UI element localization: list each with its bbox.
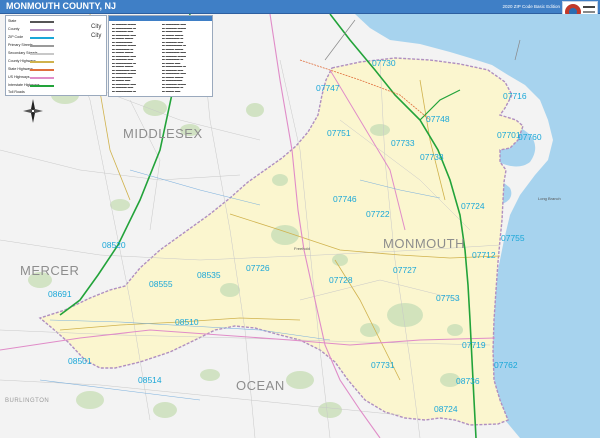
place-label-freehold: Freehold [294, 246, 310, 251]
legend-symbol [30, 29, 54, 31]
zip-index-header [109, 16, 212, 21]
legend-symbol [30, 45, 54, 47]
legend-row-toll-roads: Toll Roads [8, 90, 25, 94]
county-label-mercer: MERCER [20, 263, 80, 278]
zip-label[interactable]: 07746 [333, 194, 357, 204]
zip-label[interactable]: 07760 [518, 132, 542, 142]
zip-index-table: ▬ ▬▬▬▬ ▬▬▬ ▬ ▬▬▬▬▬▬ ▬ ▬ ▬▬▬▬ ▬▬ ▬ ▬▬▬▬▬ ▬▬… [108, 15, 213, 97]
zip-index-column: ▬ ▬▬▬▬▬ ▬▬ ▬ ▬▬▬▬ ▬▬▬ ▬ ▬▬▬▬▬▬ ▬ ▬▬▬ ▬▬▬ ▬ … [162, 23, 186, 93]
legend-symbol [30, 21, 54, 23]
legend-symbol [30, 37, 54, 39]
zip-label[interactable]: 08520 [102, 240, 126, 250]
title-bar: MONMOUTH COUNTY, NJ 2020 ZIP Code Basic … [0, 0, 600, 23]
zip-label[interactable]: 07727 [393, 265, 417, 275]
county-label-burlington: BURLINGTON [5, 398, 50, 404]
zip-label[interactable]: 07738 [420, 152, 444, 162]
zip-label[interactable]: 07751 [327, 128, 351, 138]
zip-label[interactable]: 08514 [138, 375, 162, 385]
map-title: MONMOUTH COUNTY, NJ [6, 1, 116, 11]
zip-label[interactable]: 07730 [372, 58, 396, 68]
zip-label[interactable]: 08555 [149, 279, 173, 289]
zip-label[interactable]: 07731 [371, 360, 395, 370]
zip-label[interactable]: 07716 [503, 91, 527, 101]
zip-label[interactable]: 07726 [246, 263, 270, 273]
zip-label[interactable]: 07724 [461, 201, 485, 211]
county-label-middlesex: MIDDLESEX [123, 126, 203, 141]
map-page: MONMOUTH COUNTY, NJ 2020 ZIP Code Basic … [0, 0, 600, 438]
zip-label[interactable]: 08691 [48, 289, 72, 299]
county-label-monmouth: MONMOUTH [383, 236, 465, 251]
legend-row-state: State [8, 19, 17, 23]
legend-symbol [30, 61, 54, 63]
legend-symbol [30, 53, 54, 55]
zip-index-column: ▬ ▬▬▬▬ ▬▬▬ ▬ ▬▬▬▬▬▬ ▬ ▬ ▬▬▬▬ ▬▬ ▬ ▬▬▬▬▬ ▬▬… [112, 23, 136, 93]
compass-rose-icon [23, 99, 43, 123]
zip-label[interactable]: 07728 [329, 275, 353, 285]
zip-label[interactable]: 07753 [436, 293, 460, 303]
zip-label[interactable]: 07712 [472, 250, 496, 260]
edition-label: 2020 ZIP Code Basic Edition [502, 4, 560, 9]
zip-label[interactable]: 07733 [391, 138, 415, 148]
map-legend: State County ZIP Code Primary Streets Se… [5, 15, 107, 96]
legend-city-sample: City [91, 24, 102, 30]
zip-label[interactable]: 08501 [68, 356, 92, 366]
zip-label[interactable]: 07755 [501, 233, 525, 243]
zip-label[interactable]: 07762 [494, 360, 518, 370]
zip-label[interactable]: 07748 [426, 114, 450, 124]
legend-city-sample: City [91, 33, 102, 39]
place-label-long-branch: Long Branch [538, 196, 561, 201]
legend-symbol [30, 69, 54, 71]
zip-label[interactable]: 08736 [456, 376, 480, 386]
legend-row-zip-code: ZIP Code [8, 35, 24, 39]
zip-label[interactable]: 08724 [434, 404, 458, 414]
legend-symbol [30, 77, 54, 79]
zip-label[interactable]: 08535 [197, 270, 221, 280]
zip-label[interactable]: 07722 [366, 209, 390, 219]
legend-symbol [30, 85, 54, 87]
zip-label[interactable]: 07747 [316, 83, 340, 93]
zip-label[interactable]: 08510 [175, 317, 199, 327]
zip-label[interactable]: 07719 [462, 340, 486, 350]
county-label-ocean: OCEAN [236, 378, 285, 393]
legend-row-county: County [8, 27, 20, 31]
legend-row-us-highways: US Highways [8, 75, 30, 79]
